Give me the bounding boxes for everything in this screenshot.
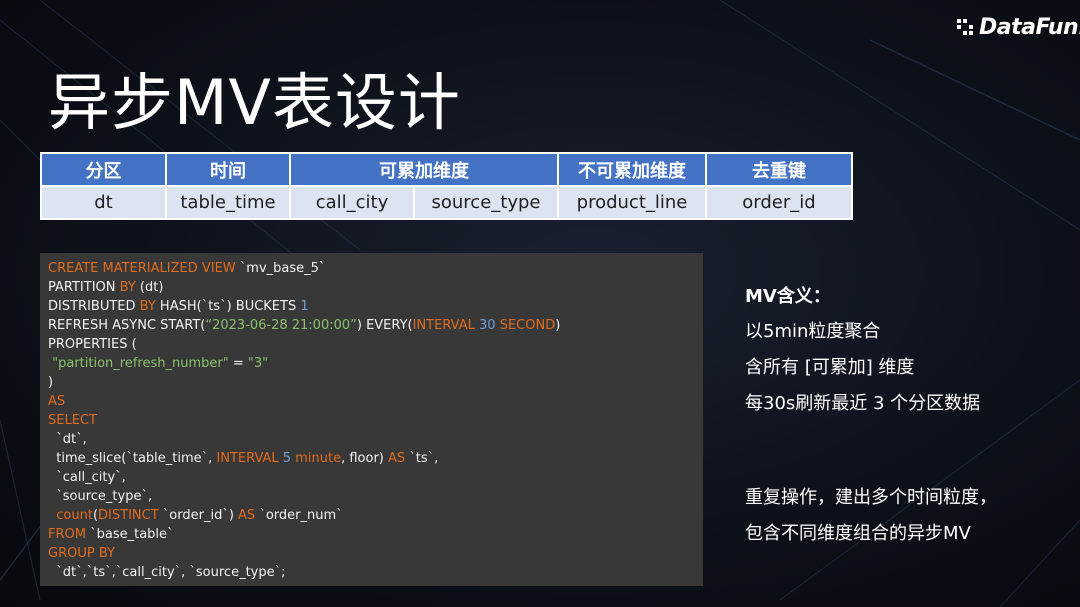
code-token: `dt`, bbox=[48, 432, 87, 447]
code-token: `source_type`, bbox=[48, 489, 153, 504]
code-line: `dt`,`ts`,`call_city`, `source_type`; bbox=[48, 563, 695, 582]
code-token: `mv_base_5` bbox=[235, 261, 326, 276]
table-header-row: 分区 时间 可累加维度 不可累加维度 去重键 bbox=[40, 152, 853, 187]
code-token: (dt) bbox=[135, 280, 164, 295]
mv-meaning-line-3: 每30s刷新最近 3 个分区数据 bbox=[745, 393, 981, 414]
code-token: AS bbox=[388, 451, 406, 466]
datafun-dots-icon bbox=[957, 19, 973, 35]
mv-meaning-line-1: 以5min粒度聚合 bbox=[745, 321, 881, 342]
code-line: GROUP BY bbox=[48, 544, 695, 563]
code-line: "partition_refresh_number" = "3" bbox=[48, 354, 695, 373]
code-token: 30 bbox=[479, 318, 496, 333]
code-token: minute bbox=[295, 451, 342, 466]
code-token: DISTINCT bbox=[98, 508, 159, 523]
code-line: REFRESH ASYNC START(“2023-06-28 21:00:00… bbox=[48, 316, 695, 335]
header-non-additive-dims: 不可累加维度 bbox=[557, 152, 707, 187]
code-line: `dt`, bbox=[48, 430, 695, 449]
mv-meaning-heading: MV含义： bbox=[745, 286, 831, 307]
summary-line-2: 包含不同维度组合的异步MV bbox=[745, 523, 971, 544]
cell-source-type: source_type bbox=[413, 185, 559, 220]
table-row: dt table_time call_city source_type prod… bbox=[40, 185, 853, 220]
mv-meaning-line-2: 含所有 [可累加] 维度 bbox=[745, 357, 915, 378]
code-token: INTERVAL bbox=[216, 451, 279, 466]
code-line: PROPERTIES ( bbox=[48, 335, 695, 354]
slide-title: 异步MV表设计 bbox=[48, 66, 461, 139]
header-partition: 分区 bbox=[40, 152, 167, 187]
code-token: FROM bbox=[48, 527, 86, 542]
code-line: time_slice(`table_time`, INTERVAL 5 minu… bbox=[48, 449, 695, 468]
code-line: `call_city`, bbox=[48, 468, 695, 487]
code-token: GROUP BY bbox=[48, 546, 115, 561]
code-token: ) EVERY( bbox=[356, 318, 413, 333]
cell-dt: dt bbox=[40, 185, 167, 220]
code-token: CREATE MATERIALIZED VIEW bbox=[48, 261, 236, 276]
sql-code-block: CREATE MATERIALIZED VIEW `mv_base_5` PART… bbox=[40, 253, 703, 586]
code-token: `order_num` bbox=[255, 508, 343, 523]
code-token: REFRESH ASYNC START( bbox=[48, 318, 206, 333]
code-token: "partition_refresh_number" bbox=[52, 356, 229, 371]
cell-table-time: table_time bbox=[165, 185, 291, 220]
code-line: ) bbox=[48, 373, 695, 392]
code-line: CREATE MATERIALIZED VIEW `mv_base_5` bbox=[48, 259, 695, 278]
code-token: HASH(`ts`) BUCKETS bbox=[155, 299, 301, 314]
code-token: 1 bbox=[300, 299, 309, 314]
summary-line-1: 重复操作，建出多个时间粒度， bbox=[745, 487, 997, 508]
code-token: AS bbox=[48, 394, 66, 409]
code-token: = bbox=[228, 356, 248, 371]
code-token: PROPERTIES ( bbox=[48, 337, 137, 352]
code-token: BY bbox=[119, 280, 136, 295]
code-token: , floor) bbox=[341, 451, 388, 466]
schema-table: 分区 时间 可累加维度 不可累加维度 去重键 dt table_time cal… bbox=[40, 152, 853, 220]
datafun-logo: DataFun. bbox=[955, 12, 1080, 42]
code-token: `ts`, bbox=[405, 451, 439, 466]
code-line: SELECT bbox=[48, 411, 695, 430]
code-line: DISTRIBUTED BY HASH(`ts`) BUCKETS 1 bbox=[48, 297, 695, 316]
code-token: 5 bbox=[282, 451, 292, 466]
header-dedup-key: 去重键 bbox=[705, 152, 853, 187]
code-token: `dt`,`ts`,`call_city`, `source_type`; bbox=[48, 565, 286, 580]
code-token: count bbox=[48, 508, 93, 523]
header-time: 时间 bbox=[165, 152, 291, 187]
code-token: ) bbox=[48, 375, 54, 390]
header-additive-dims: 可累加维度 bbox=[289, 152, 559, 187]
code-line: FROM `base_table` bbox=[48, 525, 695, 544]
code-line: `source_type`, bbox=[48, 487, 695, 506]
code-token: INTERVAL bbox=[412, 318, 475, 333]
code-token: SELECT bbox=[48, 413, 97, 428]
cell-order-id: order_id bbox=[705, 185, 853, 220]
code-token: `order_id`) bbox=[158, 508, 239, 523]
code-line: PARTITION BY (dt) bbox=[48, 278, 695, 297]
code-token: BY bbox=[139, 299, 156, 314]
logo-text: DataFun. bbox=[979, 14, 1080, 40]
code-token: "3" bbox=[247, 356, 269, 371]
code-token: `call_city`, bbox=[48, 470, 126, 485]
code-token: DISTRIBUTED bbox=[48, 299, 140, 314]
cell-call-city: call_city bbox=[289, 185, 415, 220]
code-token: PARTITION bbox=[48, 280, 120, 295]
code-token: time_slice(`table_time`, bbox=[48, 451, 217, 466]
cell-product-line: product_line bbox=[557, 185, 707, 220]
code-token: SECOND bbox=[499, 318, 556, 333]
code-token: ) bbox=[555, 318, 561, 333]
code-line: count(DISTINCT `order_id`) AS `order_num… bbox=[48, 506, 695, 525]
code-token: “2023-06-28 21:00:00” bbox=[205, 318, 357, 333]
code-line: AS bbox=[48, 392, 695, 411]
code-token: `base_table` bbox=[85, 527, 174, 542]
code-token: AS bbox=[238, 508, 256, 523]
